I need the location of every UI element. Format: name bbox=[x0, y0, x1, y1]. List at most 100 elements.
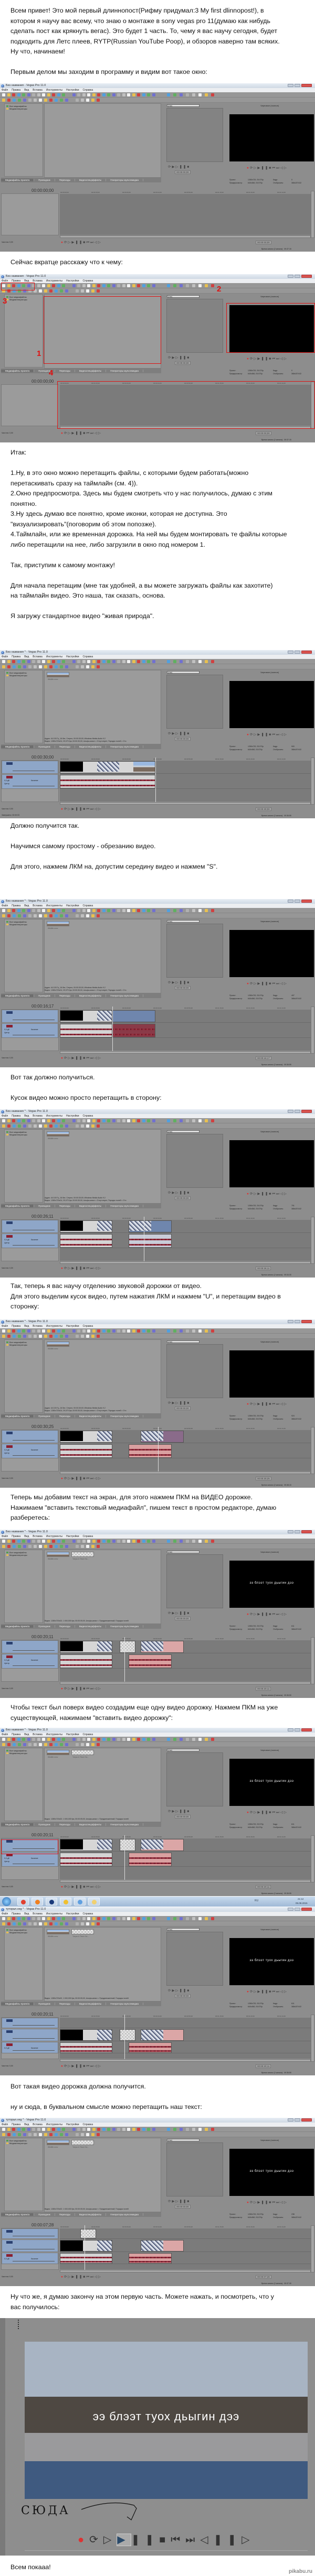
toolbar-button-icon[interactable] bbox=[28, 914, 32, 917]
minimize-button[interactable] bbox=[288, 1110, 293, 1113]
toolbar-button-icon[interactable] bbox=[49, 99, 52, 102]
tab[interactable]: Переходы bbox=[55, 1823, 75, 1826]
toolbar-button-icon[interactable] bbox=[82, 1119, 86, 1122]
tab[interactable]: Переходы bbox=[55, 1205, 75, 1207]
toolbar-button-icon[interactable] bbox=[49, 2133, 52, 2136]
toolbar-button-icon[interactable] bbox=[198, 660, 202, 663]
toolbar-button-icon[interactable] bbox=[152, 2128, 155, 2131]
media-file-label[interactable]: Wildlife.wmv bbox=[48, 2146, 58, 2148]
tab[interactable]: Видеоспецэффекты bbox=[75, 2003, 107, 2005]
menu-item[interactable]: Настройки bbox=[66, 1325, 79, 1328]
preview-quality-dropdown[interactable]: Черновое (полное) bbox=[260, 1928, 279, 1931]
toolbar-button-icon[interactable] bbox=[180, 1119, 183, 1122]
toolbar-button-icon[interactable] bbox=[167, 1119, 170, 1122]
menu-item[interactable]: Файл bbox=[2, 1114, 8, 1118]
close-button[interactable] bbox=[301, 84, 312, 87]
toolbar-button-icon[interactable] bbox=[117, 93, 120, 96]
timeline-vertical-scrollbar[interactable] bbox=[311, 2015, 314, 2062]
toolbar-button-icon[interactable] bbox=[49, 1124, 52, 1128]
playhead-cursor[interactable] bbox=[124, 2015, 125, 2059]
toolbar-button-icon[interactable] bbox=[152, 284, 155, 287]
toolbar-button-icon[interactable] bbox=[37, 1738, 40, 1741]
toolbar-button-icon[interactable] bbox=[52, 1917, 55, 1920]
toolbar-button-icon[interactable] bbox=[55, 99, 58, 102]
media-thumbnail[interactable] bbox=[47, 1929, 69, 1934]
toolbar-button-icon[interactable] bbox=[52, 93, 55, 96]
toolbar-button-icon[interactable] bbox=[211, 1917, 214, 1920]
toolbar-button-icon[interactable] bbox=[132, 1738, 135, 1741]
timeline-horizontal-scrollbar[interactable] bbox=[60, 235, 311, 238]
preview-quality-dropdown[interactable]: Черновое (полное) bbox=[260, 920, 279, 923]
toolbar-button-icon[interactable] bbox=[137, 2128, 140, 2131]
toolbar-button-icon[interactable] bbox=[86, 1743, 89, 1746]
toolbar-button-icon[interactable] bbox=[57, 2128, 60, 2131]
toolbar-button-icon[interactable] bbox=[37, 660, 40, 663]
toolbar-button-icon[interactable] bbox=[2, 660, 5, 663]
media-thumbnail[interactable] bbox=[71, 1750, 94, 1755]
toolbar-button-icon[interactable] bbox=[47, 909, 50, 912]
media-file-label[interactable]: Wildlife.wmv bbox=[48, 1756, 58, 1758]
media-file-label[interactable]: Титры & Текст So... bbox=[72, 1756, 89, 1758]
audio-event[interactable] bbox=[60, 1444, 112, 1458]
toolbar-button-icon[interactable] bbox=[173, 93, 176, 96]
toolbar-button-icon[interactable] bbox=[7, 660, 10, 663]
toolbar-button-icon[interactable] bbox=[76, 1124, 79, 1128]
toolbar-button-icon[interactable] bbox=[137, 93, 140, 96]
toolbar-button-icon[interactable] bbox=[2, 1738, 5, 1741]
toolbar-button-icon[interactable] bbox=[76, 914, 79, 917]
menu-item[interactable]: Вид bbox=[24, 1325, 29, 1328]
toolbar-button-icon[interactable] bbox=[76, 289, 79, 293]
preview-transport[interactable]: ●⟳▷▶❚❚■⏮⏭◁▷ bbox=[247, 166, 288, 170]
toolbar-button-icon[interactable] bbox=[2, 1917, 5, 1920]
toolbar-button-icon[interactable] bbox=[77, 93, 80, 96]
tab[interactable]: Проводник bbox=[34, 1415, 55, 1417]
toolbar-button-icon[interactable] bbox=[142, 1738, 145, 1741]
playhead-cursor[interactable] bbox=[112, 1006, 113, 1051]
media-thumbnail[interactable] bbox=[47, 1341, 69, 1347]
toolbar-button-icon[interactable] bbox=[47, 1917, 50, 1920]
toolbar-button-icon[interactable] bbox=[142, 93, 145, 96]
minimize-button[interactable] bbox=[288, 275, 293, 278]
toolbar-button-icon[interactable] bbox=[112, 284, 116, 287]
toolbar-button-icon[interactable] bbox=[44, 1922, 47, 1925]
timeline-transport[interactable]: ●⟳▷▶❚❚■⏮⏭◁▷ bbox=[61, 1266, 102, 1271]
toolbar-button-icon[interactable] bbox=[42, 1540, 45, 1543]
toolbar-button-icon[interactable] bbox=[81, 665, 84, 668]
toolbar-button-icon[interactable] bbox=[152, 1540, 155, 1543]
play-button[interactable]: ▶ bbox=[117, 2534, 131, 2546]
toolbar-button-icon[interactable] bbox=[82, 909, 86, 912]
toolbar-button-icon[interactable] bbox=[102, 909, 106, 912]
preview-transport[interactable]: ●⟳▷▶❚❚■⏮⏭◁▷ bbox=[247, 732, 288, 737]
toolbar-button-icon[interactable] bbox=[60, 1922, 63, 1925]
menu-item[interactable]: Вставка bbox=[33, 904, 43, 907]
video-event[interactable] bbox=[60, 1010, 112, 1022]
maximize-button[interactable] bbox=[295, 2118, 300, 2122]
toolbar-button-icon[interactable] bbox=[2, 2133, 5, 2136]
menu-item[interactable]: Файл bbox=[2, 655, 8, 658]
toolbar-button-icon[interactable] bbox=[91, 914, 94, 917]
vegas-taskbar-button[interactable] bbox=[46, 1898, 57, 1906]
media-file-label[interactable]: Wildlife.wmv bbox=[48, 1138, 58, 1140]
toolbar-button-icon[interactable] bbox=[91, 1335, 94, 1338]
toolbar-button-icon[interactable] bbox=[117, 1917, 120, 1920]
toolbar-button-icon[interactable] bbox=[102, 93, 106, 96]
menu-item[interactable]: Вставка bbox=[33, 1535, 43, 1538]
toolbar-button-icon[interactable] bbox=[122, 284, 125, 287]
toolbar-button-icon[interactable] bbox=[65, 2133, 68, 2136]
tab[interactable]: Медиафайлы проекта bbox=[1, 2213, 35, 2216]
menu-item[interactable]: Настройки bbox=[66, 1535, 79, 1538]
trimmer-dropdown[interactable]: (Нет) bbox=[167, 1130, 200, 1133]
media-file-label[interactable]: Wildlife.wmv bbox=[48, 678, 58, 680]
toolbar-button-icon[interactable] bbox=[77, 1738, 80, 1741]
video-event[interactable] bbox=[60, 761, 155, 773]
toolbar-button-icon[interactable] bbox=[39, 665, 42, 668]
video-event[interactable] bbox=[60, 1431, 112, 1443]
toolbar-button-icon[interactable] bbox=[81, 99, 84, 102]
toolbar-button-icon[interactable] bbox=[60, 914, 63, 917]
close-button[interactable] bbox=[301, 1110, 312, 1113]
toolbar-button-icon[interactable] bbox=[192, 93, 195, 96]
toolbar-button-icon[interactable] bbox=[205, 2128, 208, 2131]
toolbar-button-icon[interactable] bbox=[192, 1917, 195, 1920]
tab[interactable]: Видеоспецэффекты bbox=[75, 370, 107, 372]
toolbar-button-icon[interactable] bbox=[180, 909, 183, 912]
